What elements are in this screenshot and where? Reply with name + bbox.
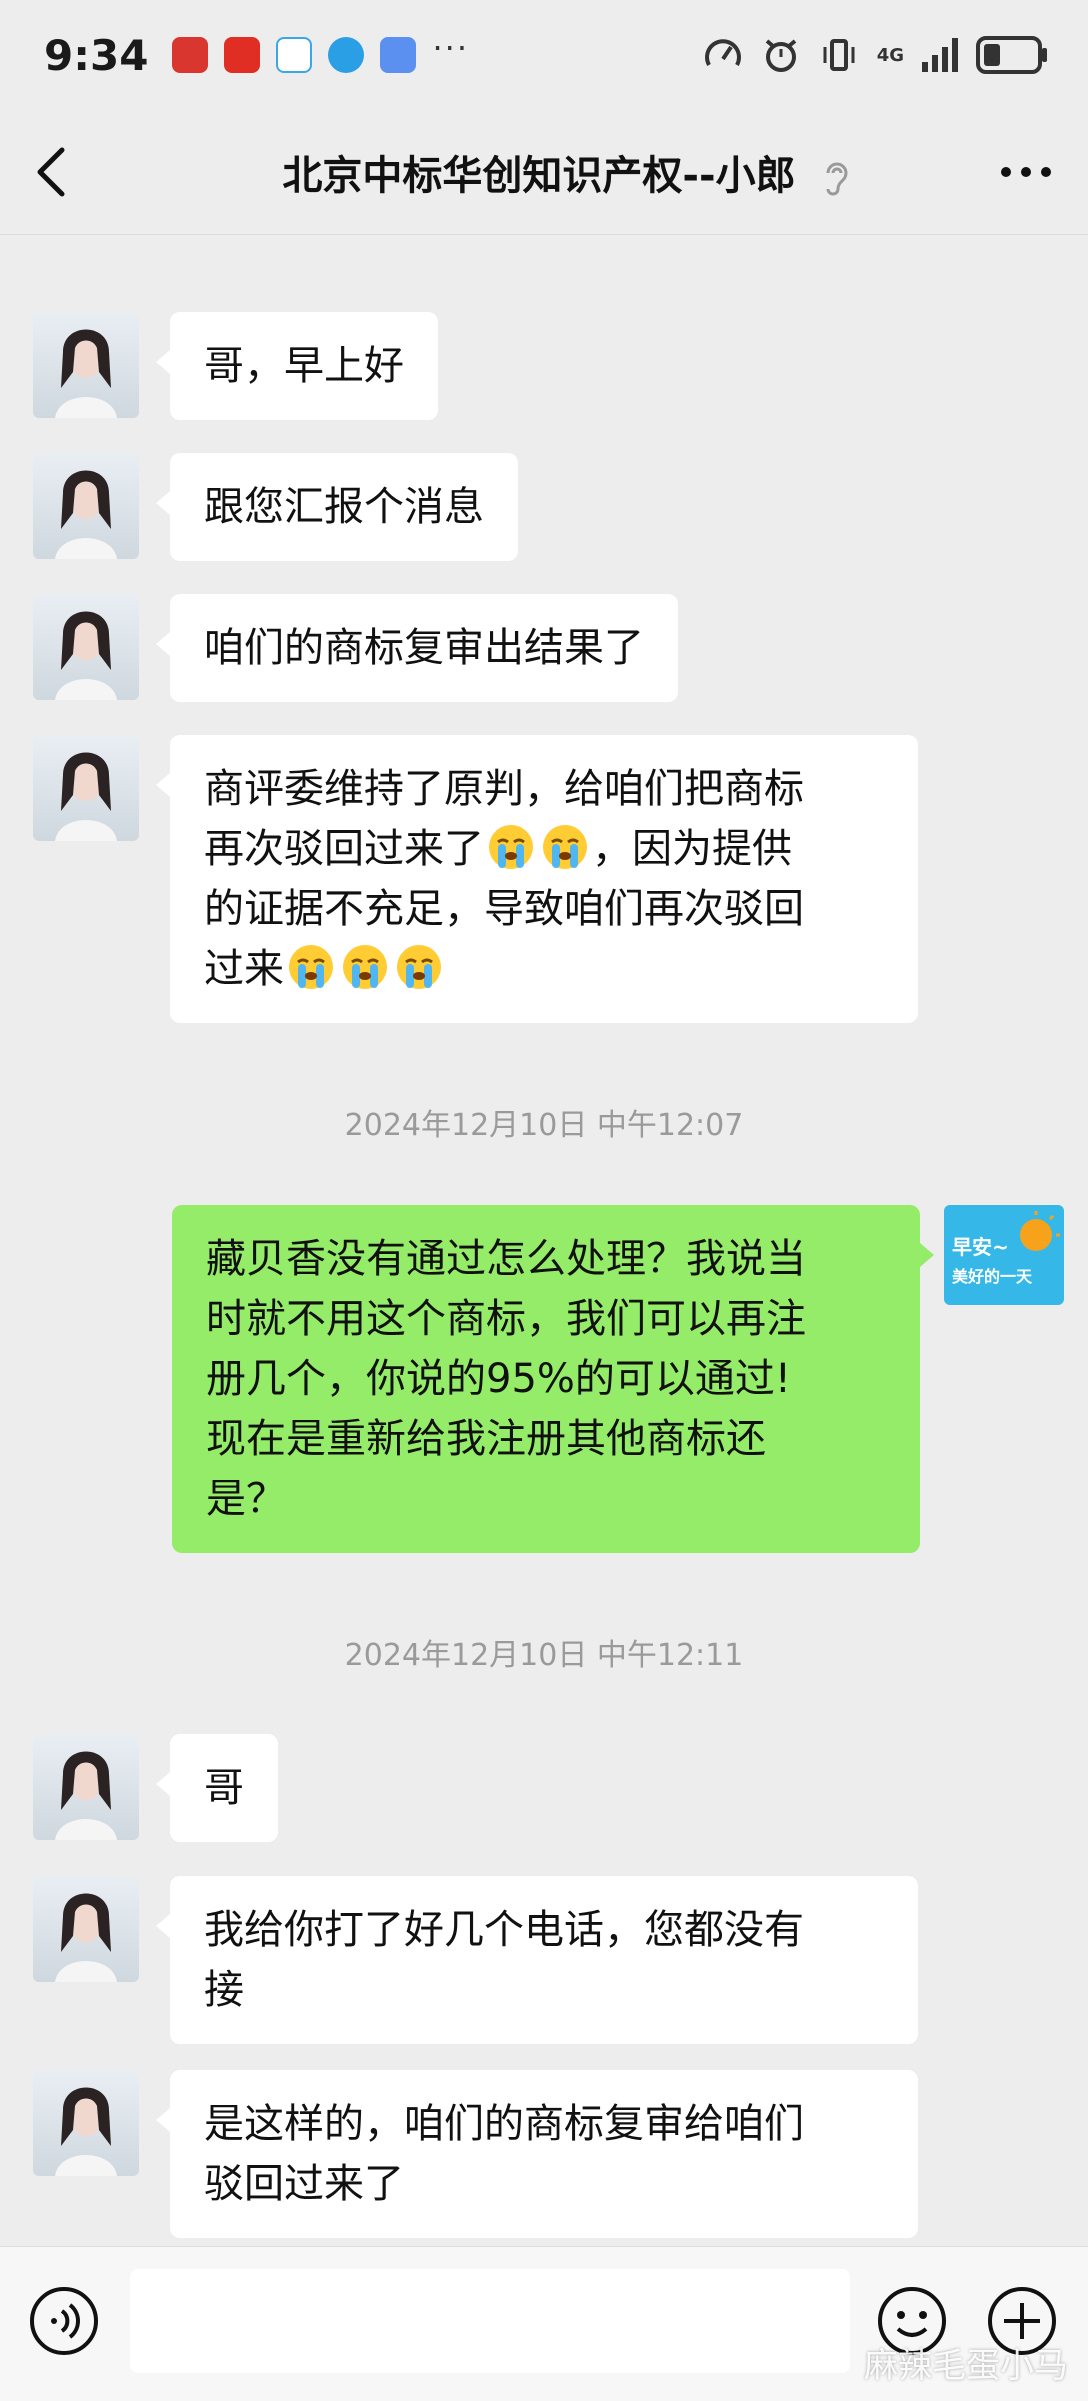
back-button[interactable]: [36, 142, 80, 202]
message-text: 哥: [204, 1765, 244, 1811]
message-text-line: 现在是重新给我注册其他商标还: [206, 1416, 766, 1462]
watermark-text: 麻辣毛蛋小马: [864, 2346, 1068, 2386]
message-bubble-outgoing[interactable]: 藏贝香没有通过怎么处理？我说当 时就不用这个商标，我们可以再注 册几个，你说的9…: [172, 1205, 934, 1553]
status-time: 9:34: [44, 30, 149, 80]
message-text-segment: ，因为提供: [592, 826, 792, 872]
message-timestamp: 2024年12月10日 中午12:07: [344, 1108, 744, 1143]
crying-face-emoji: [289, 945, 333, 989]
signal-icon: [922, 38, 958, 72]
message-text-line: 是？: [206, 1476, 286, 1522]
message-text-line: 册几个，你说的95%的可以通过!: [206, 1356, 791, 1402]
app-icon-music: [380, 37, 417, 73]
message-bubble[interactable]: 是这样的，咱们的商标复审给咱们 驳回过来了: [156, 2070, 918, 2238]
speed-meter-icon: [704, 39, 741, 66]
app-icon-red: [172, 37, 209, 73]
message-text-line: 商评委维持了原判，给咱们把商标: [204, 766, 804, 812]
crying-face-emoji: [543, 825, 587, 869]
message-text-segment: 再次驳回过来了: [204, 826, 484, 872]
more-dots-icon: [1001, 167, 1051, 177]
message-text-line: 的证据不充足，导致咱们再次驳回: [204, 886, 804, 932]
message-text-line: 时就不用这个商标，我们可以再注: [206, 1296, 806, 1342]
message-bubble[interactable]: 商评委维持了原判，给咱们把商标 再次驳回过来了 ，因为提供 的证据不充足，导致咱们…: [156, 735, 918, 1023]
contact-avatar[interactable]: [33, 2070, 139, 2176]
vibrate-icon: [823, 39, 855, 71]
message-text: 哥，早上好: [204, 343, 404, 389]
input-bar: 麻辣毛蛋小马: [0, 2246, 1088, 2401]
contact-avatar[interactable]: [33, 594, 139, 700]
chat-title: 北京中标华创知识产权--小郎: [282, 153, 796, 199]
ear-icon: [826, 162, 848, 196]
message-text-line: 藏贝香没有通过怎么处理？我说当: [206, 1236, 806, 1282]
app-icon-search: [276, 37, 313, 73]
crying-face-emoji: [489, 825, 533, 869]
alarm-icon: [765, 39, 796, 72]
voice-input-button[interactable]: [28, 2285, 100, 2357]
voice-icon: [30, 2287, 98, 2355]
contact-avatar[interactable]: [33, 312, 139, 418]
self-avatar[interactable]: 早安~ 美好的一天: [944, 1205, 1064, 1305]
more-options-button[interactable]: [992, 142, 1052, 202]
crying-face-emoji: [343, 945, 387, 989]
message-bubble[interactable]: 我给你打了好几个电话，您都没有 接: [156, 1876, 918, 2044]
message-bubble[interactable]: 跟您汇报个消息: [156, 453, 518, 561]
contact-avatar[interactable]: [33, 1734, 139, 1840]
battery-icon: [976, 36, 1047, 74]
status-bar: 9:34 ··· 4G: [0, 0, 1088, 110]
message-text-line: 驳回过来了: [204, 2161, 404, 2207]
more-apps-icon: ···: [432, 29, 469, 67]
app-icon-browser: [328, 37, 365, 73]
message-bubble[interactable]: 哥，早上好: [156, 312, 438, 420]
network-type-label: 4G: [876, 44, 904, 66]
message-bubble[interactable]: 咱们的商标复审出结果了: [156, 594, 678, 702]
chat-title-container: 北京中标华创知识产权--小郎: [80, 143, 992, 201]
app-icon-pinduoduo: [224, 37, 261, 73]
contact-avatar[interactable]: [33, 735, 139, 841]
message-text-line: 再次驳回过来了 ，因为提供: [204, 819, 884, 879]
message-timestamp: 2024年12月10日 中午12:11: [344, 1638, 744, 1673]
message-text: 咱们的商标复审出结果了: [204, 625, 644, 671]
message-text-segment: 过来: [204, 946, 284, 992]
self-avatar-text: 早安~: [952, 1235, 1009, 1259]
message-input[interactable]: [130, 2269, 850, 2373]
contact-avatar[interactable]: [33, 1876, 139, 1982]
message-text: 跟您汇报个消息: [204, 484, 484, 530]
chat-header: 北京中标华创知识产权--小郎: [0, 110, 1088, 235]
contact-avatar[interactable]: [33, 453, 139, 559]
message-text-line: 是这样的，咱们的商标复审给咱们: [204, 2101, 804, 2147]
crying-face-emoji: [397, 945, 441, 989]
message-text-line: 过来: [204, 939, 884, 999]
self-avatar-text: 美好的一天: [952, 1267, 1033, 1286]
chevron-left-icon: [37, 147, 65, 197]
message-text-line: 我给你打了好几个电话，您都没有: [204, 1907, 804, 1953]
message-text-line: 接: [204, 1967, 244, 2013]
message-bubble[interactable]: 哥: [156, 1734, 278, 1842]
